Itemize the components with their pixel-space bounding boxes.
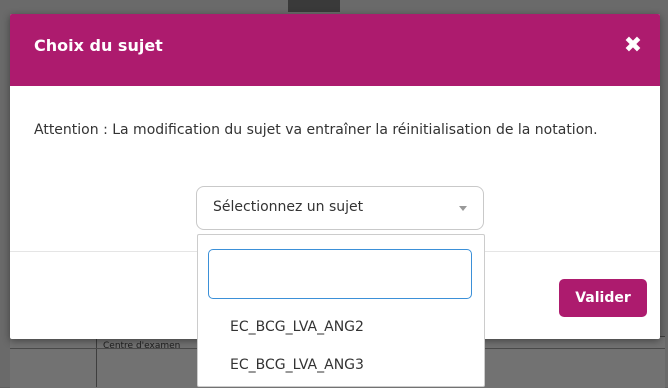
dropdown-option[interactable]: EC_BCG_LVA_ANG2 bbox=[198, 311, 484, 343]
dropdown-option[interactable]: EC_BCG_LVA_ANG3 bbox=[198, 349, 484, 381]
chevron-down-icon bbox=[459, 206, 467, 211]
dropdown-search-input[interactable] bbox=[208, 249, 472, 299]
modal-title: Choix du sujet bbox=[34, 36, 163, 55]
warning-message: Attention : La modification du sujet va … bbox=[34, 122, 598, 138]
background-toolbar-fragment bbox=[288, 0, 340, 12]
modal-body: Attention : La modification du sujet va … bbox=[10, 86, 660, 236]
background-table-cell: Centre d'examen bbox=[96, 336, 206, 387]
subject-dropdown: EC_BCG_LVA_ANG2 EC_BCG_LVA_ANG3 bbox=[197, 234, 485, 387]
subject-select-placeholder: Sélectionnez un sujet bbox=[213, 199, 364, 215]
subject-select[interactable]: Sélectionnez un sujet bbox=[196, 186, 484, 230]
validate-button[interactable]: Valider bbox=[559, 279, 647, 317]
close-icon[interactable]: ✖ bbox=[620, 32, 646, 60]
modal-header: Choix du sujet ✖ bbox=[10, 14, 660, 86]
